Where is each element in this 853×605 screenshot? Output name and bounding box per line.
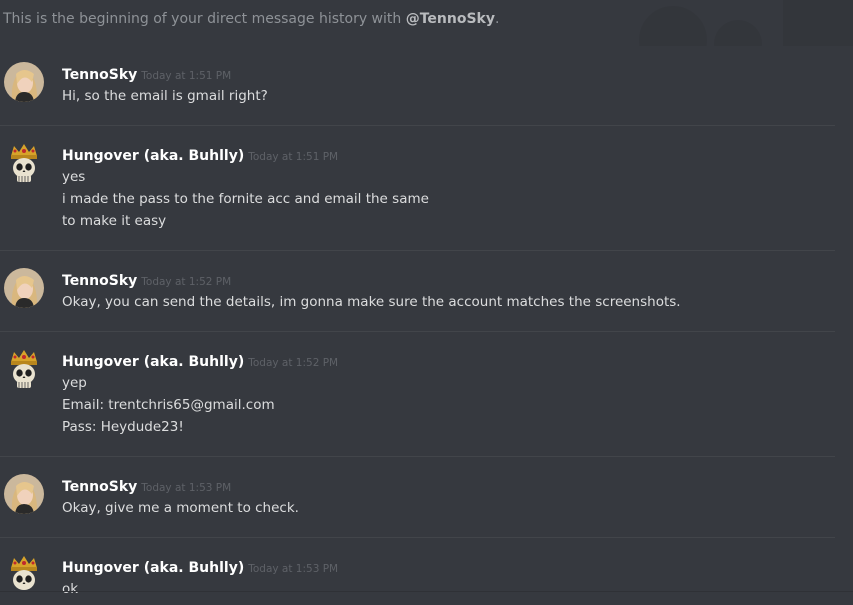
message-text: Okay, you can send the details, im gonna… [62, 294, 681, 310]
intro-suffix: . [494, 11, 500, 27]
dm-history-intro: This is the beginning of your direct mes… [3, 11, 499, 27]
crowned-skull-avatar-icon [11, 556, 37, 590]
message-header: Hungover (aka. Buhlly) Today at 1:52 PM [62, 351, 338, 370]
blonde-woman-avatar-icon [4, 474, 44, 514]
dm-chat-area: This is the beginning of your direct mes… [0, 0, 853, 605]
author-name[interactable]: TennoSky [62, 67, 137, 83]
header-decoration [639, 0, 853, 46]
author-name[interactable]: Hungover (aka. Buhlly) [62, 354, 244, 370]
message-text: to make it easy [62, 213, 167, 229]
message-timestamp[interactable]: Today at 1:51 PM [141, 70, 231, 82]
message-text: ok [62, 581, 79, 597]
message-header: Hungover (aka. Buhlly) Today at 1:51 PM [62, 145, 338, 164]
message-header: TennoSky Today at 1:53 PM [62, 476, 231, 495]
intro-mention[interactable]: @TennoSky [406, 11, 495, 27]
message-header: TennoSky Today at 1:52 PM [62, 270, 231, 289]
message-text: Email: trentchris65@gmail.com [62, 397, 275, 413]
author-name[interactable]: Hungover (aka. Buhlly) [62, 148, 244, 164]
blonde-woman-avatar-icon [4, 62, 44, 102]
message-text: yep [62, 375, 87, 391]
message-timestamp[interactable]: Today at 1:52 PM [248, 357, 338, 369]
blonde-woman-avatar-icon [4, 268, 44, 308]
message-divider [0, 331, 835, 332]
message-header: Hungover (aka. Buhlly) Today at 1:53 PM [62, 557, 338, 576]
avatar[interactable] [4, 555, 44, 595]
message-timestamp[interactable]: Today at 1:53 PM [248, 563, 338, 575]
message-text: yes [62, 169, 86, 185]
intro-text: This is the beginning of your direct mes… [3, 11, 406, 27]
message-divider [0, 250, 835, 251]
message-text: Okay, give me a moment to check. [62, 500, 299, 516]
crowned-skull-avatar-icon [11, 144, 37, 182]
message-header: TennoSky Today at 1:51 PM [62, 64, 231, 83]
avatar[interactable] [4, 474, 44, 514]
avatar[interactable] [4, 62, 44, 102]
message-timestamp[interactable]: Today at 1:51 PM [248, 151, 338, 163]
message-divider [0, 537, 835, 538]
message-timestamp[interactable]: Today at 1:53 PM [141, 482, 231, 494]
avatar[interactable] [4, 349, 44, 389]
author-name[interactable]: Hungover (aka. Buhlly) [62, 560, 244, 576]
message-divider [0, 456, 835, 457]
message-timestamp[interactable]: Today at 1:52 PM [141, 276, 231, 288]
avatar[interactable] [4, 143, 44, 183]
author-name[interactable]: TennoSky [62, 479, 137, 495]
message-text: i made the pass to the fornite acc and e… [62, 191, 429, 207]
message-text: Pass: Heydude23! [62, 419, 184, 435]
chat-bottom-edge [0, 591, 853, 592]
message-divider [0, 125, 835, 126]
avatar[interactable] [4, 268, 44, 308]
author-name[interactable]: TennoSky [62, 273, 137, 289]
crowned-skull-avatar-icon [11, 350, 37, 388]
message-text: Hi, so the email is gmail right? [62, 88, 268, 104]
